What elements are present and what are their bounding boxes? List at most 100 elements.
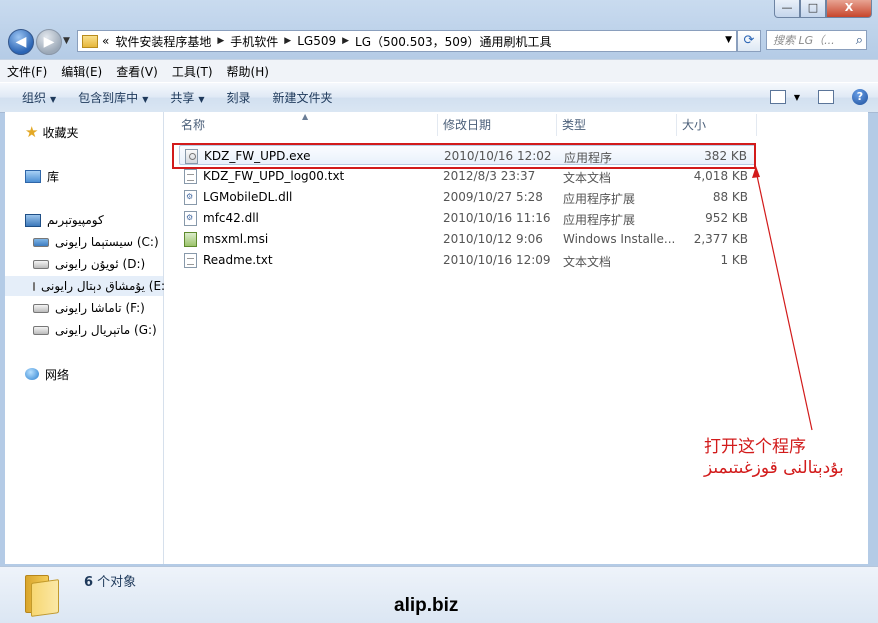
column-header-size[interactable]: 大小: [682, 114, 706, 136]
watermark: alip.biz: [394, 595, 459, 616]
chevron-down-icon[interactable]: ▼: [794, 93, 800, 102]
column-divider[interactable]: [756, 114, 757, 136]
file-date: 2010/10/16 11:16: [443, 211, 551, 225]
organize-button[interactable]: 组织 ▼: [0, 89, 67, 106]
file-date: 2009/10/27 5:28: [443, 190, 543, 204]
sort-ascending-icon: ▲: [302, 112, 309, 121]
drive-label: ئويۇن رايونى (D:): [55, 257, 146, 271]
computer-icon: [25, 213, 41, 227]
file-date: 2010/10/12 9:06: [443, 232, 543, 246]
address-dropdown-icon[interactable]: ▼: [725, 35, 732, 45]
installer-icon: [184, 232, 197, 247]
column-divider[interactable]: [556, 114, 557, 136]
search-input[interactable]: 搜索 LG（... ⌕: [766, 30, 867, 50]
menu-file[interactable]: 文件(F): [0, 63, 54, 80]
view-options-icon[interactable]: [769, 90, 786, 104]
nav-favorites[interactable]: ★ 收藏夹: [25, 122, 78, 142]
refresh-button[interactable]: ⟳: [737, 30, 761, 52]
include-in-library-button[interactable]: 包含到库中 ▼: [67, 89, 159, 106]
file-name: mfc42.dll: [203, 211, 259, 225]
text-file-icon: [184, 169, 197, 184]
chevron-down-icon: ▼: [198, 95, 205, 104]
breadcrumb-item[interactable]: LG509: [297, 34, 336, 48]
nav-network-label: 网络: [45, 367, 70, 382]
back-arrow-icon: ◀: [15, 34, 27, 50]
breadcrumb-item[interactable]: 手机软件: [230, 33, 278, 50]
forward-button[interactable]: ▶: [36, 29, 62, 55]
menu-view[interactable]: 查看(V): [109, 63, 165, 80]
folder-icon: [82, 34, 98, 48]
file-name: Readme.txt: [203, 253, 273, 267]
item-count-number: 6: [84, 575, 94, 590]
file-row[interactable]: Readme.txt 2010/10/16 12:09 文本文档 1 KB: [179, 250, 756, 270]
organize-label: 组织: [22, 91, 47, 105]
menu-help[interactable]: 帮助(H): [220, 63, 276, 80]
dll-file-icon: [184, 211, 197, 226]
share-button[interactable]: 共享 ▼: [159, 89, 215, 106]
file-row[interactable]: mfc42.dll 2010/10/16 11:16 应用程序扩展 952 KB: [179, 208, 756, 228]
chevron-right-icon[interactable]: ▶: [284, 36, 291, 46]
text-file-icon: [184, 253, 197, 268]
drive-icon: [33, 303, 49, 313]
chevron-right-icon[interactable]: ▶: [342, 36, 349, 46]
file-size: 4,018 KB: [693, 169, 748, 183]
navigation-pane: ★ 收藏夹 库 كومپيوتېرىم سيستېما رايونى (C:) …: [5, 112, 170, 564]
nav-libraries[interactable]: 库: [25, 166, 59, 186]
chevron-right-icon[interactable]: ▶: [217, 36, 224, 46]
nav-drive-d[interactable]: ئويۇن رايونى (D:): [33, 254, 145, 274]
search-icon: ⌕: [855, 32, 863, 48]
column-divider[interactable]: [437, 114, 438, 136]
nav-drive-e[interactable]: يۇمشاق دېتال رايونى (E:): [5, 276, 170, 296]
column-header-date[interactable]: 修改日期: [443, 114, 491, 136]
nav-libraries-label: 库: [47, 169, 60, 184]
file-size: 952 KB: [705, 211, 748, 225]
back-button[interactable]: ◀: [8, 29, 34, 55]
nav-computer-label: كومپيوتېرىم: [47, 213, 104, 227]
nav-drive-f[interactable]: تاماشا رايونى (F:): [33, 298, 145, 318]
drive-icon: [33, 259, 49, 269]
item-count: 6 个对象: [84, 571, 136, 590]
highlight-box: [172, 143, 756, 169]
drive-label: تاماشا رايونى (F:): [55, 301, 145, 315]
minimize-button[interactable]: —: [774, 0, 800, 18]
file-type: 文本文档: [563, 255, 612, 269]
help-icon[interactable]: ?: [852, 89, 868, 105]
recent-pages-dropdown[interactable]: ▼: [63, 36, 70, 46]
burn-button[interactable]: 刻录: [216, 89, 262, 106]
nav-network[interactable]: 网络: [25, 364, 69, 384]
caption-buttons: — □ X: [774, 0, 872, 18]
nav-computer[interactable]: كومپيوتېرىم: [25, 210, 104, 230]
close-button[interactable]: X: [826, 0, 872, 18]
column-header-name[interactable]: 名称: [181, 114, 205, 136]
column-divider[interactable]: [676, 114, 677, 136]
library-icon: [25, 169, 41, 183]
menu-edit[interactable]: 编辑(E): [54, 63, 109, 80]
maximize-button[interactable]: □: [800, 0, 826, 18]
breadcrumb-overflow[interactable]: «: [102, 34, 109, 48]
drive-label: ماتېريال رايونى (G:): [55, 323, 157, 337]
nav-drive-c[interactable]: سيستېما رايونى (C:): [33, 232, 159, 252]
file-row[interactable]: KDZ_FW_UPD_log00.txt 2012/8/3 23:37 文本文档…: [179, 166, 756, 186]
file-date: 2010/10/16 12:09: [443, 253, 551, 267]
preview-pane-icon[interactable]: [818, 90, 834, 104]
item-count-label: 个对象: [93, 575, 137, 590]
file-row[interactable]: LGMobileDL.dll 2009/10/27 5:28 应用程序扩展 88…: [179, 187, 756, 207]
column-header-type[interactable]: 类型: [562, 114, 586, 136]
file-size: 88 KB: [712, 190, 748, 204]
nav-drive-g[interactable]: ماتېريال رايونى (G:): [33, 320, 157, 340]
annotation-text: 打开这个程序: [704, 437, 806, 457]
breadcrumb-item[interactable]: LG（500.503，509）通用刷机工具: [355, 33, 552, 50]
drive-icon: [33, 325, 49, 335]
drive-label: يۇمشاق دېتال رايونى (E:): [41, 279, 170, 293]
details-pane: 6 个对象 alip.biz: [0, 566, 878, 623]
file-row[interactable]: msxml.msi 2010/10/12 9:06 Windows Instal…: [179, 229, 756, 249]
address-bar[interactable]: « 软件安装程序基地 ▶ 手机软件 ▶ LG509 ▶ LG（500.503，5…: [77, 30, 737, 52]
view-controls: ▼ ?: [769, 89, 868, 105]
new-folder-button[interactable]: 新建文件夹: [262, 89, 344, 106]
breadcrumb-item[interactable]: 软件安装程序基地: [115, 33, 211, 50]
dll-file-icon: [184, 190, 197, 205]
file-list: 名称 ▲ 修改日期 类型 大小 KDZ_FW_UPD.exe 2010/10/1…: [164, 112, 868, 564]
file-name: LGMobileDL.dll: [203, 190, 293, 204]
drive-label: سيستېما رايونى (C:): [55, 235, 159, 249]
menu-tools[interactable]: 工具(T): [165, 63, 220, 80]
